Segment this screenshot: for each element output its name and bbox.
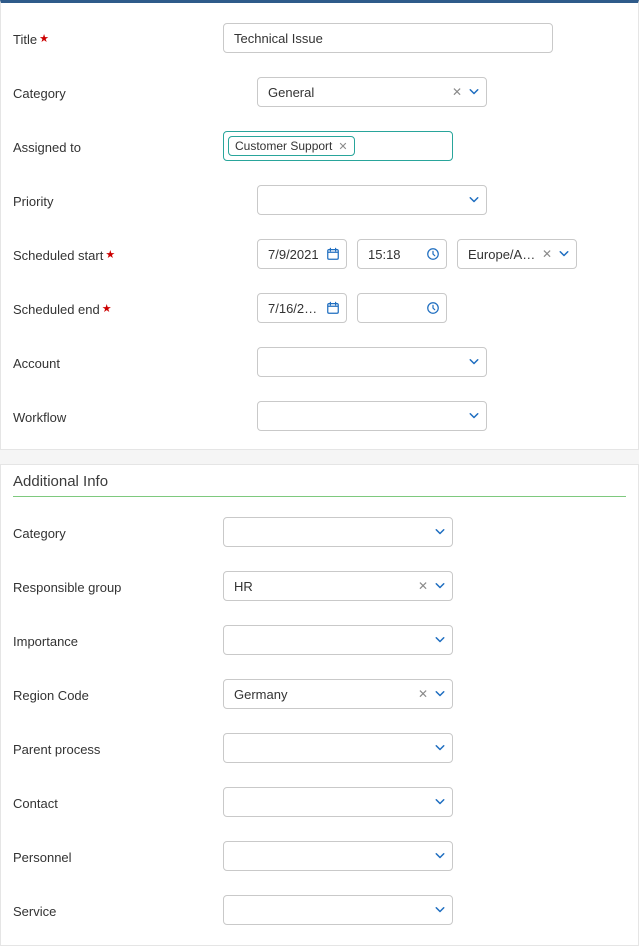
chevron-down-icon[interactable]: [434, 526, 446, 538]
chevron-down-icon[interactable]: [434, 904, 446, 916]
parent-process-select[interactable]: [223, 733, 453, 763]
chevron-down-icon[interactable]: [434, 796, 446, 808]
importance-label: Importance: [13, 632, 223, 649]
title-label: Title★: [13, 30, 223, 47]
priority-select[interactable]: [257, 185, 487, 215]
clock-icon[interactable]: [426, 247, 440, 261]
parent-process-label: Parent process: [13, 740, 223, 757]
category-value: General: [268, 85, 446, 100]
row-parent-process: Parent process: [13, 731, 626, 765]
clear-icon[interactable]: ✕: [416, 688, 430, 700]
assigned-to-token-text: Customer Support: [235, 139, 332, 153]
priority-label: Priority: [13, 192, 223, 209]
chevron-down-icon[interactable]: [468, 86, 480, 98]
row-account: Account: [13, 345, 626, 379]
clear-icon[interactable]: ✕: [540, 248, 554, 260]
scheduled-start-date-value: 7/9/2021: [268, 247, 322, 262]
chevron-down-icon[interactable]: [434, 580, 446, 592]
row-assigned-to: Assigned to Customer Support ✕: [13, 129, 626, 163]
workflow-label: Workflow: [13, 408, 223, 425]
scheduled-end-date-value: 7/16/2021: [268, 301, 322, 316]
scheduled-start-time[interactable]: 15:18: [357, 239, 447, 269]
ai-category-label: Category: [13, 524, 223, 541]
scheduled-start-time-value: 15:18: [368, 247, 422, 262]
responsible-group-select[interactable]: HR ✕: [223, 571, 453, 601]
personnel-select[interactable]: [223, 841, 453, 871]
row-importance: Importance: [13, 623, 626, 657]
region-code-value: Germany: [234, 687, 412, 702]
responsible-group-value: HR: [234, 579, 412, 594]
row-service: Service: [13, 893, 626, 927]
row-workflow: Workflow: [13, 399, 626, 433]
region-code-select[interactable]: Germany ✕: [223, 679, 453, 709]
row-title: Title★: [13, 21, 626, 55]
row-personnel: Personnel: [13, 839, 626, 873]
service-label: Service: [13, 902, 223, 919]
calendar-icon[interactable]: [326, 247, 340, 261]
scheduled-start-label: Scheduled start★: [13, 246, 223, 263]
clear-icon[interactable]: ✕: [416, 580, 430, 592]
additional-info-panel: Additional Info Category Responsible gro…: [0, 464, 639, 946]
row-contact: Contact: [13, 785, 626, 819]
additional-info-title: Additional Info: [13, 473, 626, 497]
main-form-panel: Title★ Category General ✕ Assigned to Cu…: [0, 0, 639, 450]
row-priority: Priority: [13, 183, 626, 217]
scheduled-end-date[interactable]: 7/16/2021: [257, 293, 347, 323]
row-scheduled-end: Scheduled end★ 7/16/2021: [13, 291, 626, 325]
importance-select[interactable]: [223, 625, 453, 655]
contact-label: Contact: [13, 794, 223, 811]
assigned-to-input[interactable]: Customer Support ✕: [223, 131, 453, 161]
row-category: Category General ✕: [13, 75, 626, 109]
row-ai-category: Category: [13, 515, 626, 549]
scheduled-end-label: Scheduled end★: [13, 300, 223, 317]
row-scheduled-start: Scheduled start★ 7/9/2021 15:18 Europe/A…: [13, 237, 626, 271]
chevron-down-icon[interactable]: [558, 248, 570, 260]
required-star: ★: [39, 33, 49, 45]
chevron-down-icon[interactable]: [468, 410, 480, 422]
calendar-icon[interactable]: [326, 301, 340, 315]
category-select[interactable]: General ✕: [257, 77, 487, 107]
row-region-code: Region Code Germany ✕: [13, 677, 626, 711]
required-star: ★: [105, 249, 115, 261]
chevron-down-icon[interactable]: [468, 194, 480, 206]
region-code-label: Region Code: [13, 686, 223, 703]
personnel-label: Personnel: [13, 848, 223, 865]
clear-icon[interactable]: ✕: [450, 86, 464, 98]
service-select[interactable]: [223, 895, 453, 925]
contact-select[interactable]: [223, 787, 453, 817]
remove-token-icon[interactable]: ✕: [338, 140, 347, 153]
assigned-to-label: Assigned to: [13, 138, 223, 155]
chevron-down-icon[interactable]: [468, 356, 480, 368]
ai-category-select[interactable]: [223, 517, 453, 547]
chevron-down-icon[interactable]: [434, 634, 446, 646]
scheduled-start-tz[interactable]: Europe/Ath... ✕: [457, 239, 577, 269]
responsible-group-label: Responsible group: [13, 578, 223, 595]
chevron-down-icon[interactable]: [434, 850, 446, 862]
account-label: Account: [13, 354, 223, 371]
category-label: Category: [13, 84, 223, 101]
assigned-to-token: Customer Support ✕: [228, 136, 355, 156]
workflow-select[interactable]: [257, 401, 487, 431]
clock-icon[interactable]: [426, 301, 440, 315]
chevron-down-icon[interactable]: [434, 688, 446, 700]
account-select[interactable]: [257, 347, 487, 377]
required-star: ★: [102, 303, 112, 315]
scheduled-end-time[interactable]: [357, 293, 447, 323]
scheduled-start-date[interactable]: 7/9/2021: [257, 239, 347, 269]
scheduled-start-tz-value: Europe/Ath...: [468, 247, 536, 262]
title-input[interactable]: [223, 23, 553, 53]
row-responsible-group: Responsible group HR ✕: [13, 569, 626, 603]
chevron-down-icon[interactable]: [434, 742, 446, 754]
